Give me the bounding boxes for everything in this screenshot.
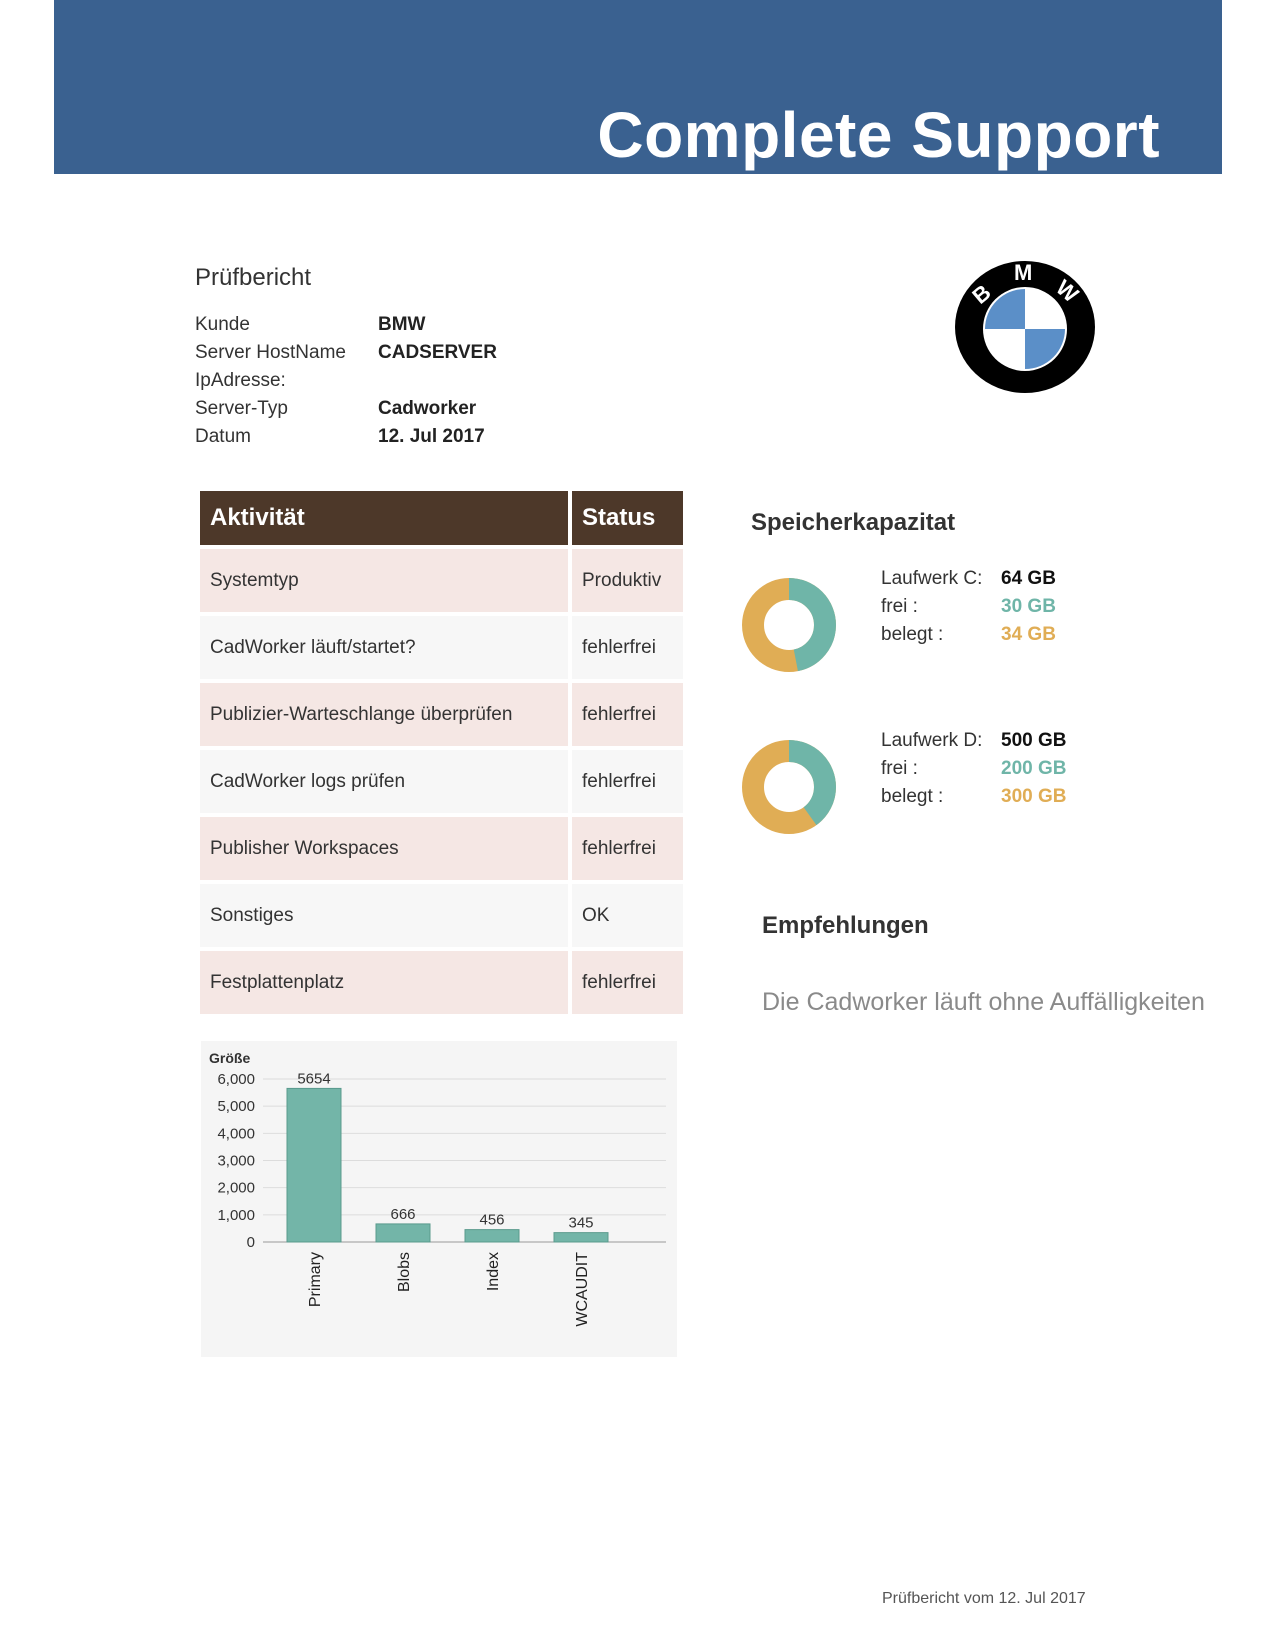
- category-label: Primary: [307, 1252, 324, 1307]
- report-heading: Prüfbericht: [195, 264, 312, 291]
- bmw-logo: B M W: [955, 260, 1095, 393]
- info-row-hostname: Server HostName CADSERVER: [195, 342, 497, 370]
- table-row: Festplattenplatz fehlerfrei: [200, 951, 683, 1014]
- status-cell: fehlerfrei: [572, 616, 683, 679]
- drive-label: Laufwerk C:: [881, 568, 983, 589]
- footer-text: Prüfbericht vom 12. Jul 2017: [882, 1590, 1086, 1607]
- table-header-row: Aktivität Status: [200, 491, 683, 545]
- bar-chart-svg: Größe 0 1,000 2,000 3,000 4,000 5,000 6,000 5654…: [209, 1050, 666, 1327]
- info-value: BMW: [378, 314, 426, 335]
- data-label: 345: [568, 1215, 593, 1232]
- bar: [553, 1232, 609, 1243]
- drive-total-row: Laufwerk C: 64 GB: [881, 568, 1056, 596]
- y-tick-label: 0: [247, 1234, 255, 1251]
- recommendations-text: Die Cadworker läuft ohne Auffälligkeiten: [762, 988, 1205, 1016]
- info-value: CADSERVER: [378, 342, 497, 363]
- info-label: Server HostName: [195, 342, 346, 363]
- table-row: Publisher Workspaces fehlerfrei: [200, 817, 683, 880]
- category-label: WCAUDIT: [574, 1252, 591, 1327]
- info-row-kunde: Kunde BMW: [195, 314, 497, 342]
- drive-d-donut: [742, 740, 836, 834]
- y-tick-label: 1,000: [217, 1207, 255, 1224]
- info-row-date: Datum 12. Jul 2017: [195, 426, 497, 454]
- table-row: CadWorker läuft/startet? fehlerfrei: [200, 616, 683, 679]
- table-row: Systemtyp Produktiv: [200, 549, 683, 612]
- status-cell: fehlerfrei: [572, 817, 683, 880]
- drive-total: 500 GB: [1001, 730, 1067, 751]
- activity-cell: Publisher Workspaces: [200, 817, 568, 880]
- info-label: Server-Typ: [195, 398, 288, 419]
- drive-used: 34 GB: [1001, 624, 1056, 645]
- drive-used: 300 GB: [1001, 786, 1067, 807]
- status-cell: OK: [572, 884, 683, 947]
- column-header-activity: Aktivität: [200, 491, 568, 545]
- logo-letter-m: M: [1014, 260, 1032, 285]
- data-label: 5654: [297, 1070, 330, 1087]
- drive-free-row: frei : 200 GB: [881, 758, 1066, 786]
- activity-cell: CadWorker logs prüfen: [200, 750, 568, 813]
- y-tick-label: 6,000: [217, 1071, 255, 1088]
- storage-title: Speicherkapazitat: [751, 509, 956, 536]
- category-label: Blobs: [396, 1252, 413, 1292]
- drive-free: 200 GB: [1001, 758, 1067, 779]
- drive-c-donut: [742, 578, 836, 672]
- info-row-ip: IpAdresse:: [195, 370, 497, 398]
- column-header-status: Status: [572, 491, 683, 545]
- table-row: CadWorker logs prüfen fehlerfrei: [200, 750, 683, 813]
- free-label: frei :: [881, 596, 918, 617]
- y-tick-label: 5,000: [217, 1098, 255, 1115]
- drive-used-row: belegt : 34 GB: [881, 624, 1056, 652]
- data-label: 666: [390, 1206, 415, 1223]
- status-cell: fehlerfrei: [572, 683, 683, 746]
- info-label: IpAdresse:: [195, 370, 286, 391]
- status-cell: Produktiv: [572, 549, 683, 612]
- banner-title: Complete Support: [597, 99, 1160, 171]
- drive-label: Laufwerk D:: [881, 730, 983, 751]
- info-value: Cadworker: [378, 398, 477, 419]
- bar: [375, 1223, 431, 1243]
- category-label: Index: [485, 1252, 502, 1291]
- y-tick-label: 2,000: [217, 1180, 255, 1197]
- drive-c-info: Laufwerk C: 64 GB frei : 30 GB belegt : …: [881, 568, 1056, 652]
- used-label: belegt :: [881, 786, 944, 807]
- activity-cell: Publizier-Warteschlange überprüfen: [200, 683, 568, 746]
- size-chart: Größe 0 1,000 2,000 3,000 4,000 5,000 6,000 5654…: [201, 1041, 677, 1357]
- drive-free-row: frei : 30 GB: [881, 596, 1056, 624]
- bar: [286, 1087, 342, 1243]
- info-row-server-type: Server-Typ Cadworker: [195, 398, 497, 426]
- status-cell: fehlerfrei: [572, 750, 683, 813]
- activity-table: Aktivität Status Systemtyp Produktiv Cad…: [196, 487, 687, 1018]
- chart-title: Größe: [209, 1050, 250, 1066]
- activity-cell: Systemtyp: [200, 549, 568, 612]
- used-label: belegt :: [881, 624, 944, 645]
- drive-free: 30 GB: [1001, 596, 1056, 617]
- info-label: Datum: [195, 426, 251, 447]
- status-cell: fehlerfrei: [572, 951, 683, 1014]
- drive-d-info: Laufwerk D: 500 GB frei : 200 GB belegt …: [881, 730, 1066, 814]
- table-row: Sonstiges OK: [200, 884, 683, 947]
- y-tick-label: 3,000: [217, 1153, 255, 1170]
- info-label: Kunde: [195, 314, 250, 335]
- header-banner: Complete Support: [54, 0, 1222, 174]
- drive-total-row: Laufwerk D: 500 GB: [881, 730, 1066, 758]
- drive-total: 64 GB: [1001, 568, 1056, 589]
- activity-cell: Sonstiges: [200, 884, 568, 947]
- activity-cell: CadWorker läuft/startet?: [200, 616, 568, 679]
- info-value: 12. Jul 2017: [378, 426, 485, 447]
- bar: [464, 1229, 520, 1243]
- drive-used-row: belegt : 300 GB: [881, 786, 1066, 814]
- recommendations-title: Empfehlungen: [762, 912, 929, 939]
- activity-cell: Festplattenplatz: [200, 951, 568, 1014]
- free-label: frei :: [881, 758, 918, 779]
- y-tick-label: 4,000: [217, 1125, 255, 1142]
- data-label: 456: [479, 1212, 504, 1229]
- table-row: Publizier-Warteschlange überprüfen fehle…: [200, 683, 683, 746]
- report-info: Kunde BMW Server HostName CADSERVER IpAd…: [195, 314, 497, 454]
